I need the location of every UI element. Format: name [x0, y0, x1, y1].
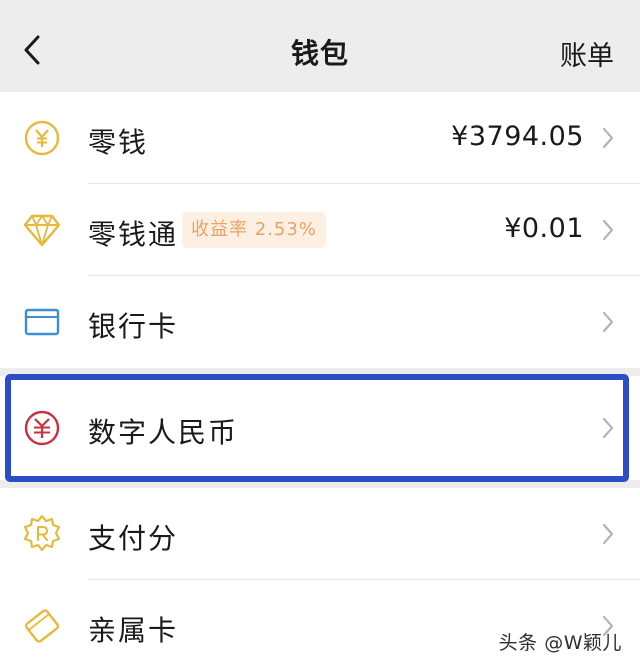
card-icon [22, 302, 62, 342]
page-title: 钱包 [290, 37, 349, 70]
row-family-card-label: 亲属卡 [88, 614, 179, 647]
chevron-right-icon [602, 417, 614, 439]
chevron-right-icon [602, 523, 614, 545]
badge-score-icon [22, 514, 62, 554]
row-change[interactable]: 零钱 ¥3794.05 [0, 92, 640, 184]
row-bank-card-label: 银行卡 [88, 310, 179, 343]
row-change-pass-label: 零钱通 [88, 218, 179, 251]
chevron-right-icon [602, 219, 614, 241]
row-digital-rmb[interactable]: 数字人民币 [0, 382, 640, 474]
diamond-icon [22, 210, 62, 250]
bill-button[interactable]: 账单 [560, 34, 614, 73]
row-change-pass-value: ¥0.01 [504, 213, 584, 244]
watermark: 头条 @W颖儿 [498, 632, 622, 654]
yield-badge: 收益率 2.53% [182, 212, 326, 248]
row-change-pass[interactable]: 零钱通 收益率 2.53% ¥0.01 [0, 184, 640, 276]
row-pay-score-label: 支付分 [88, 522, 179, 555]
yen-circle-icon [22, 118, 62, 158]
balance-group: 零钱 ¥3794.05 零钱通 收益率 2.53% ¥0.01 银行卡 [0, 92, 640, 368]
family-card-icon [22, 606, 62, 646]
row-digital-rmb-label: 数字人民币 [88, 416, 239, 449]
digital-rmb-icon [22, 408, 62, 448]
row-change-value: ¥3794.05 [451, 121, 584, 152]
row-bank-card[interactable]: 银行卡 [0, 276, 640, 368]
nav-bar: 钱包 账单 [0, 0, 640, 92]
digital-rmb-group: 数字人民币 [0, 376, 640, 480]
wallet-page: 钱包 账单 零钱 ¥3794.05 零钱通 收益率 2.53% ¥0.01 银行… [0, 0, 640, 669]
chevron-right-icon [602, 311, 614, 333]
row-change-label: 零钱 [88, 126, 149, 159]
row-family-card[interactable]: 亲属卡 [0, 580, 640, 669]
chevron-right-icon [602, 127, 614, 149]
row-pay-score[interactable]: 支付分 [0, 488, 640, 580]
